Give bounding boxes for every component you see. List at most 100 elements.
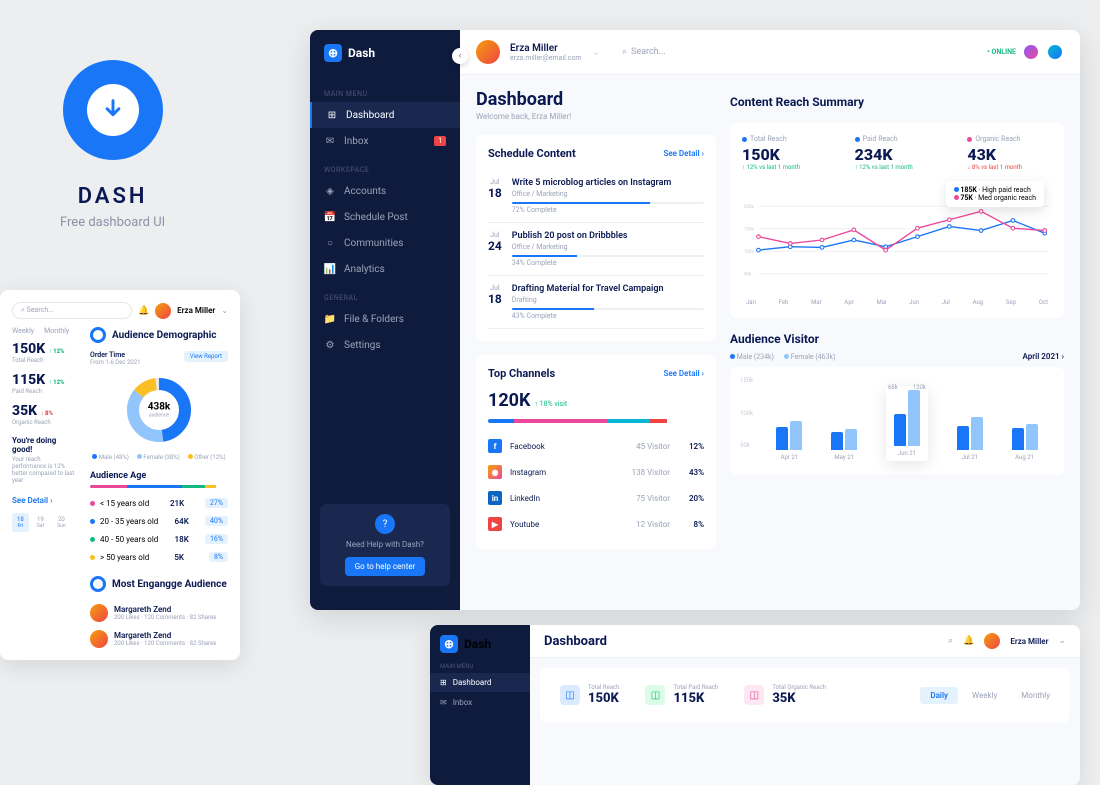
tab-monthly[interactable]: Monthly [1011,687,1060,704]
svg-text:200k: 200k [744,204,755,210]
sidebar-item-analytics[interactable]: 📊Analytics [310,256,460,282]
bell-icon[interactable]: 🔔 [963,636,974,646]
gear-icon: ⚙ [324,339,336,351]
channel-row[interactable]: inLinkedIn75 Visitor20% [488,485,704,511]
audience-section: Audience Visitor Male (234k) Female (463… [730,332,1064,475]
reach-card: Total Reach150K↑ 12% vs last 1 monthPaid… [730,123,1064,318]
promo-subtitle: Free dashboard UI [60,215,165,230]
chevron-down-icon[interactable]: ⌄ [1058,636,1066,646]
period-selector[interactable]: April 2021 › [1023,352,1064,361]
search-input[interactable]: ⌕Search... [622,47,666,57]
channels-total: 120K [488,390,530,411]
see-detail-link[interactable]: See Detail › [663,369,704,378]
sidebar-item-inbox[interactable]: ✉Inbox1 [310,128,460,154]
tab-weekly[interactable]: Weekly [962,687,1007,704]
svg-text:100k: 100k [744,249,755,255]
app-window: ⊕ Dash MAIN MENU ⊞Dashboard ✉Inbox1 Work… [310,30,1080,610]
schedule-item[interactable]: Jul18Write 5 microblog articles on Insta… [488,170,704,223]
schedule-item[interactable]: Jul18Drafting Material for Travel Campai… [488,276,704,329]
avatar[interactable] [1022,43,1040,61]
help-card: ? Need Help with Dash? Go to help center [320,504,450,586]
promo-brand: DASH Free dashboard UI [60,60,165,230]
sidebar-item-communities[interactable]: ○Communities [310,230,460,256]
sidebar-item-accounts[interactable]: ◈Accounts [310,178,460,204]
collapse-sidebar-button[interactable]: ‹ [452,48,468,64]
channels-change: ↑ 18% visit [534,400,567,408]
schedule-card: Schedule Content See Detail › Jul18Write… [476,135,716,341]
dashboard-icon: ⊞ [326,109,338,121]
search-icon: ⌕ [622,47,627,57]
svg-text:150k: 150k [744,227,755,233]
age-row: 20 - 35 years old64K40% [90,512,228,530]
reach-metric: Total Reach150K↑ 12% vs last 1 month [742,135,827,171]
engage-title: Most Engangge Audience [90,576,228,592]
avatar[interactable] [984,633,1000,649]
chevron-down-icon[interactable]: ⌄ [592,47,600,58]
see-detail-link[interactable]: See Detail › [12,496,76,505]
analytics-icon: 📊 [324,263,336,275]
help-text: Need Help with Dash? [330,540,440,549]
sidebar-section: General [310,290,460,306]
user-name: Erza Miller [510,43,582,54]
download-icon [87,84,139,136]
page-subtitle: Welcome back, Erza Miller! [476,112,716,121]
calendar-icon: 📅 [324,211,336,223]
see-detail-link[interactable]: See Detail › [663,149,704,158]
stat-pill: ◫Total Organic Reach35K [734,678,836,712]
age-row: < 15 years old21K27% [90,494,228,512]
audience-legend: Male (234k) Female (463k) [730,353,836,361]
sidebar-item-inbox[interactable]: ✉ Inbox [440,695,520,710]
audience-item[interactable]: Margareth Zend200 Likes · 120 Comments ·… [90,626,228,652]
tab-daily[interactable]: Daily [920,687,958,704]
promo-title: DASH [78,184,148,209]
sidebar-section: MAIN MENU [310,86,460,102]
topbar: Erza Miller erza.miller@email.com ⌄ ⌕Sea… [460,30,1080,75]
reach-header: Content Reach Summary [730,95,1064,109]
stat-pill: ◫Total Paid Reach115K [635,678,728,712]
avatar[interactable] [155,303,171,319]
sidebar-item-dashboard[interactable]: ⊞Dashboard [310,102,460,128]
avatar[interactable] [1046,43,1064,61]
demographic-title: Audience Demographic [90,327,228,343]
sidebar-section: Workspace [310,162,460,178]
channels-card: Top Channels See Detail › 120K↑ 18% visi… [476,355,716,549]
ring-icon [90,327,106,343]
online-status: • ONLINE [987,48,1016,56]
bell-icon[interactable]: 🔔 [138,306,149,316]
age-row: > 50 years old5K8% [90,548,228,566]
communities-icon: ○ [324,237,336,249]
page-title: Dashboard [476,89,716,110]
stat-pill: ◫Total Reach150K [550,678,629,712]
demographic-donut-chart: 438kaudience [123,374,195,446]
sidebar: ⊕Dash MAIN MENU ⊞ Dashboard ✉ Inbox [430,625,530,785]
brand-text: Dash [348,46,375,60]
channel-row[interactable]: ▶Youtube12 Visitor8% [488,511,704,537]
brand[interactable]: ⊕ Dash [310,44,460,62]
chart-tooltip: 185K · High paid reach 75K · Med organic… [946,181,1044,207]
search-icon[interactable]: ⌕ [948,636,953,646]
tab-weekly[interactable]: Weekly [12,327,34,335]
avatar[interactable] [476,40,500,64]
schedule-item[interactable]: Jul24Publish 20 post on DribbblesOffice … [488,223,704,276]
page-header: Dashboard Welcome back, Erza Miller! [476,89,716,121]
channel-row[interactable]: fFacebook45 Visitor12% [488,433,704,459]
chevron-down-icon[interactable]: ⌄ [221,306,228,315]
user-email: erza.miller@email.com [510,54,582,62]
folder-icon: 📁 [324,313,336,325]
help-icon: ? [375,514,395,534]
card-title: Schedule Content [488,147,576,160]
reach-title: Content Reach Summary [730,95,1064,109]
view-report-button[interactable]: View Report [184,351,228,362]
sidebar-item-schedule[interactable]: 📅Schedule Post [310,204,460,230]
channel-row[interactable]: ◉Instagram138 Visitor43% [488,459,704,485]
svg-text:50k: 50k [744,272,752,278]
search-input[interactable]: ⌕ Search... [12,302,132,319]
help-center-button[interactable]: Go to help center [345,557,426,576]
sidebar-item-settings[interactable]: ⚙Settings [310,332,460,358]
sidebar-item-files[interactable]: 📁File & Folders [310,306,460,332]
main-area: Erza Miller erza.miller@email.com ⌄ ⌕Sea… [460,30,1080,610]
tab-monthly[interactable]: Monthly [44,327,69,335]
audience-item[interactable]: Margareth Zend200 Likes · 120 Comments ·… [90,600,228,626]
audience-title: Audience Visitor [730,332,1064,346]
sidebar-item-dashboard[interactable]: ⊞ Dashboard [430,673,530,692]
